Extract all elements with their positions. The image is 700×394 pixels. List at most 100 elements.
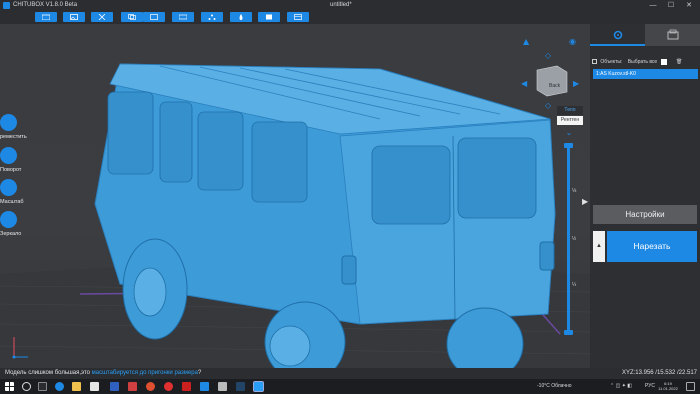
layer-slider-bottom-handle[interactable] [564,330,573,335]
layer-slider-top-handle[interactable] [564,143,573,148]
open-file-icon [42,14,50,20]
red-app-icon[interactable] [146,382,155,391]
windows-start-icon[interactable] [5,382,14,391]
pdf-reader-icon[interactable] [182,382,191,391]
cube-body[interactable] [536,65,568,97]
mirror-tool[interactable]: Зеркало [0,211,26,245]
status-message-suffix: ? [197,370,202,376]
maximize-button[interactable]: ☐ [666,1,676,10]
copy-button[interactable] [121,12,143,22]
slider-mark-low: ¼ [572,282,577,288]
view-top-icon[interactable]: ◇ [545,51,552,60]
status-message: Модель слишком большая,это масштабируетс… [5,368,201,379]
scale-tool-label: Масштаб [0,199,24,205]
scene-render[interactable] [0,24,590,368]
slider-mark-mid: ½ [572,236,577,242]
steam-icon[interactable] [236,382,245,391]
cut-button[interactable] [91,12,113,22]
scale-icon [0,179,17,196]
move-icon [0,114,17,131]
opera-icon[interactable] [164,382,173,391]
chitubox-taskbar-icon[interactable] [253,381,264,392]
network-icon [208,14,216,20]
clock[interactable]: 6:19 11.01.2022 [656,381,680,391]
rotate-tool[interactable]: Поворот [0,147,26,181]
scale-tool[interactable]: Масштаб [0,179,26,213]
move-tool-label: реместить [0,134,27,140]
frame-button[interactable] [258,12,280,22]
cube-face-label: Back [549,83,561,89]
select-all-checkbox[interactable] [660,58,667,65]
slice-options-button[interactable]: ▲ [593,231,605,262]
app-title: CHITUBOX V1.8.0 Beta [13,2,78,8]
save-app-icon[interactable] [110,382,119,391]
slider-mark-top: ⅛ [572,188,577,194]
collapse-icon[interactable]: ⌄ [565,129,573,137]
weather-widget[interactable]: -10°C Облачно [537,379,572,394]
language-indicator[interactable]: РУС [645,379,655,394]
right-panel: Объекты: Выбрать все 🗑 1:AS Kuzov.stl-K0… [590,24,700,368]
app-logo-icon [3,2,10,9]
cut-icon [98,14,106,20]
slice-button[interactable]: Нарезать [607,231,697,262]
trash-icon[interactable]: 🗑 [676,59,682,65]
network-button[interactable] [201,12,223,22]
arrange-icon [179,14,187,20]
store-icon[interactable] [90,382,99,391]
archive-icon[interactable] [218,382,227,391]
panel-expand-icon[interactable]: ▶ [582,196,590,208]
coordinates-readout: XYZ:13.956 /15.532 /22.517 [621,370,697,376]
move-tool[interactable]: реместить [0,114,27,148]
solid-view-button[interactable]: Тело [557,106,583,115]
open-file-button[interactable] [35,12,57,22]
copy-icon [128,14,136,20]
rotate-icon [0,147,17,164]
minimize-button[interactable]: — [648,1,658,10]
tray-icons[interactable]: ⌃ ◫ ✦ ◧ [610,379,632,394]
objects-label: Объекты: [600,59,623,65]
box-button[interactable] [287,12,309,22]
panel-tabs [590,24,700,46]
edge-browser-icon[interactable] [55,382,64,391]
tab-slice-settings[interactable] [645,24,700,46]
file-explorer-icon[interactable] [72,382,81,391]
view-right-icon[interactable]: ▶ [573,79,580,88]
settings-button[interactable]: Настройки [593,205,697,224]
gear-icon [613,30,623,40]
rotate-tool-label: Поворот [0,167,22,173]
os-taskbar: -10°C Облачно ⌃ ◫ ✦ ◧ РУС 6:19 11.01.202… [0,379,700,394]
xray-view-button[interactable]: Рентген [557,116,583,125]
layout-button[interactable] [143,12,165,22]
van-model[interactable] [94,63,556,368]
objects-toggle-icon[interactable] [592,59,597,65]
title-bar: CHITUBOX V1.8.0 Beta untitled* — ☐ ✕ [0,0,700,11]
notifications-icon[interactable] [686,382,695,391]
arrange-button[interactable] [172,12,194,22]
view-up-icon[interactable]: ▲ [523,37,530,46]
task-view-icon[interactable] [38,382,47,391]
mirror-tool-label: Зеркало [0,231,22,237]
photos-icon[interactable] [200,382,209,391]
view-down-icon[interactable]: ◇ [545,101,552,110]
objects-header: Объекты: Выбрать все 🗑 [592,57,698,67]
image-icon [70,14,78,20]
layer-slider-track[interactable] [567,147,570,332]
status-bar: Модель слишком большая,это масштабируетс… [0,368,700,379]
eye-icon[interactable]: ◉ [569,37,576,46]
mirror-icon [0,211,17,228]
printer-icon [667,29,679,40]
media-app-icon[interactable] [128,382,137,391]
nav-cube[interactable]: ▲ ◇ ◉ ◀ ▶ Back ◇ [515,34,585,114]
scale-to-fit-link[interactable]: масштабируется до пригонки размера [92,370,198,376]
search-icon[interactable] [22,382,31,391]
drop-button[interactable] [230,12,252,22]
frame-icon [266,14,272,20]
tab-objects[interactable] [590,24,645,46]
drop-icon [239,14,243,20]
object-list-item[interactable]: 1:AS Kuzov.stl-K0 [593,69,698,79]
view-left-icon[interactable]: ◀ [521,79,528,88]
3d-viewport[interactable]: реместить Поворот Масштаб Зеркало ▲ ◇ ◉ … [0,24,590,368]
layout-icon [150,14,158,20]
close-button[interactable]: ✕ [684,1,694,10]
image-button[interactable] [63,12,85,22]
